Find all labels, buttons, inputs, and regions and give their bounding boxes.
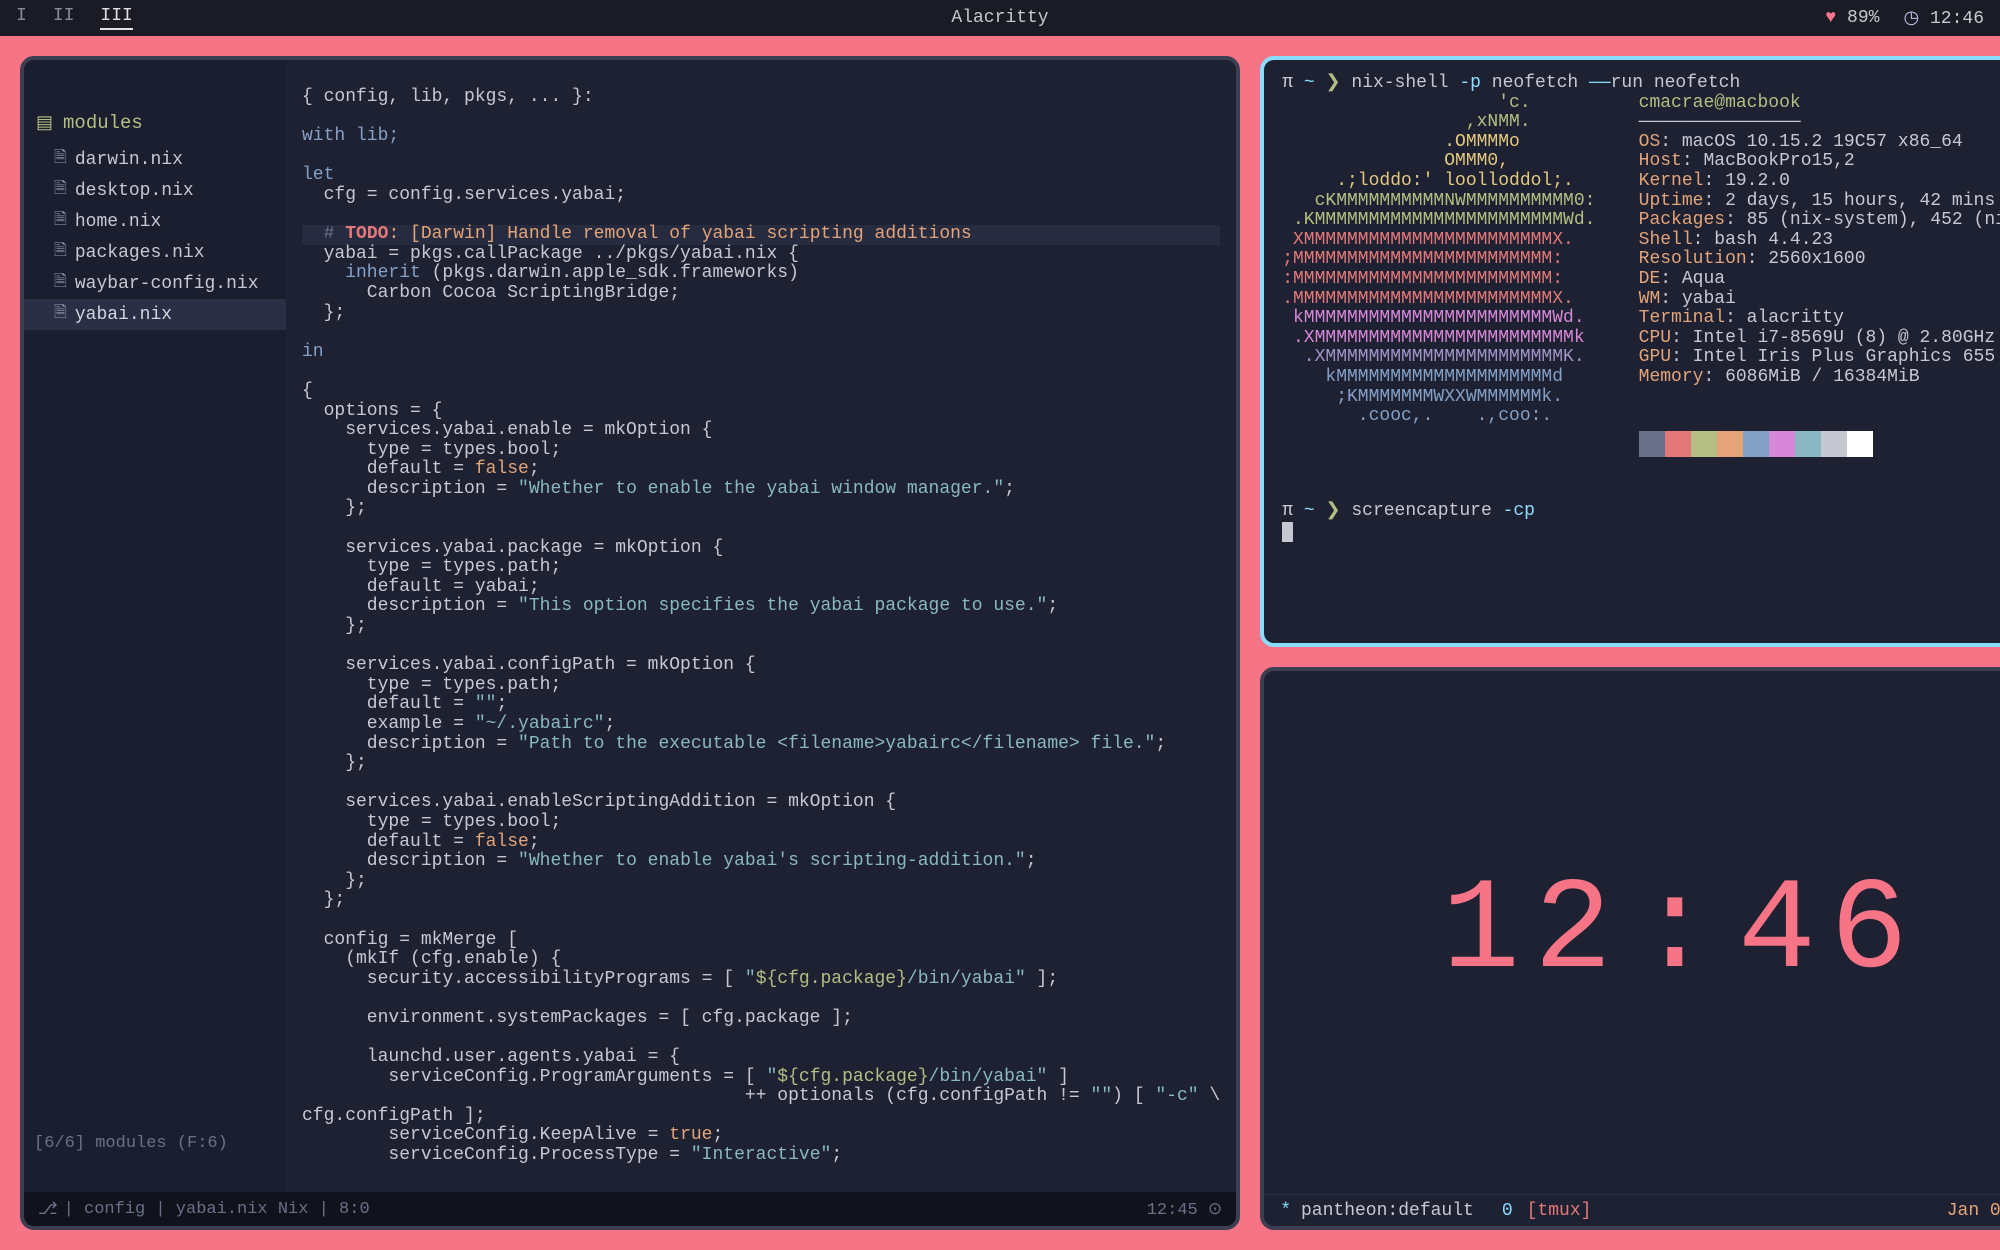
clock-colon: : bbox=[1626, 859, 1738, 1006]
menubar-clock: ◷ 12:46 bbox=[1903, 7, 1984, 29]
editor-window[interactable]: modules darwin.nix desktop.nix home.nix … bbox=[20, 56, 1240, 1230]
color-swatches bbox=[1639, 431, 1873, 457]
file-label: packages.nix bbox=[75, 243, 205, 263]
space-2[interactable]: II bbox=[53, 6, 75, 30]
menubar: I II III Alacritty ♥ 89% ◷ 12:46 bbox=[0, 0, 2000, 36]
folder-icon bbox=[36, 112, 53, 134]
file-label: waybar-config.nix bbox=[75, 274, 259, 294]
space-3[interactable]: III bbox=[100, 6, 132, 30]
file-icon bbox=[54, 270, 67, 297]
file-label: yabai.nix bbox=[75, 305, 172, 325]
battery-percent: 89% bbox=[1847, 8, 1879, 28]
file-icon bbox=[54, 177, 67, 204]
clock-window[interactable]: 12:46 * pantheon:default 0 [tmux] Jan 04… bbox=[1260, 667, 2000, 1230]
file-item-desktop[interactable]: desktop.nix bbox=[24, 175, 286, 206]
file-icon bbox=[54, 239, 67, 266]
tmux-win-index[interactable]: 0 bbox=[1502, 1201, 1513, 1221]
battery-indicator: ♥ 89% bbox=[1825, 8, 1879, 28]
menubar-clock-text: 12:46 bbox=[1930, 9, 1984, 29]
tmux-active-marker-icon: * bbox=[1280, 1201, 1291, 1221]
clock-mins: 46 bbox=[1738, 859, 1922, 1006]
terminal-output: π ~ ❯ nix-shell -p neofetch ——run neofet… bbox=[1282, 74, 2000, 543]
file-icon bbox=[54, 146, 67, 173]
file-label: home.nix bbox=[75, 212, 161, 232]
file-item-yabai[interactable]: ▯yabai.nix bbox=[24, 299, 286, 330]
file-item-darwin[interactable]: darwin.nix bbox=[24, 144, 286, 175]
spaces: I II III bbox=[16, 6, 133, 30]
menubar-app-title: Alacritty bbox=[951, 8, 1048, 28]
file-item-waybar[interactable]: waybar-config.nix bbox=[24, 268, 286, 299]
space-1[interactable]: I bbox=[16, 6, 27, 30]
code-editor[interactable]: { config, lib, pkgs, ... }: with lib; le… bbox=[286, 60, 1236, 1192]
file-icon bbox=[54, 208, 67, 235]
file-icon bbox=[54, 301, 67, 328]
sidebar-folder-name: modules bbox=[63, 112, 143, 134]
file-label: darwin.nix bbox=[75, 150, 183, 170]
file-list: darwin.nix desktop.nix home.nix packages… bbox=[24, 144, 286, 330]
tmux-statusbar: * pantheon:default 0 [tmux] Jan 04 12:46 bbox=[1264, 1194, 2000, 1226]
file-item-home[interactable]: home.nix bbox=[24, 206, 286, 237]
status-time: 12:45 ⊙ bbox=[1147, 1199, 1222, 1220]
code-content[interactable]: { config, lib, pkgs, ... }: with lib; le… bbox=[302, 88, 1220, 1166]
file-label: desktop.nix bbox=[75, 181, 194, 201]
terminal-cursor bbox=[1282, 522, 1293, 542]
editor-statusbar: ⎇ | config | yabai.nix Nix | 8:0 12:45 ⊙ bbox=[24, 1192, 1236, 1226]
sidebar-folder-header[interactable]: modules bbox=[24, 108, 286, 144]
status-crumbs: | config | yabai.nix Nix | 8:0 bbox=[64, 1200, 370, 1219]
tmux-date: Jan 04 bbox=[1947, 1201, 2000, 1221]
file-tree-sidebar: modules darwin.nix desktop.nix home.nix … bbox=[24, 60, 286, 1192]
file-item-packages[interactable]: packages.nix bbox=[24, 237, 286, 268]
branch-icon: ⎇ bbox=[38, 1199, 58, 1220]
terminal-window[interactable]: π ~ ❯ nix-shell -p neofetch ——run neofet… bbox=[1260, 56, 2000, 647]
clock-hours: 12 bbox=[1442, 859, 1626, 1006]
clock-body: 12:46 bbox=[1264, 671, 2000, 1194]
digital-clock: 12:46 bbox=[1442, 859, 1922, 1006]
clock-icon: ◷ bbox=[1903, 9, 1919, 29]
terminal-content[interactable]: π ~ ❯ nix-shell -p neofetch ——run neofet… bbox=[1264, 60, 2000, 557]
sidebar-status: [6/6] modules (F:6) bbox=[24, 1128, 286, 1158]
heart-icon: ♥ bbox=[1825, 8, 1836, 28]
tmux-session: pantheon:default bbox=[1301, 1201, 1474, 1221]
tmux-win-name[interactable]: [tmux] bbox=[1527, 1201, 1592, 1221]
